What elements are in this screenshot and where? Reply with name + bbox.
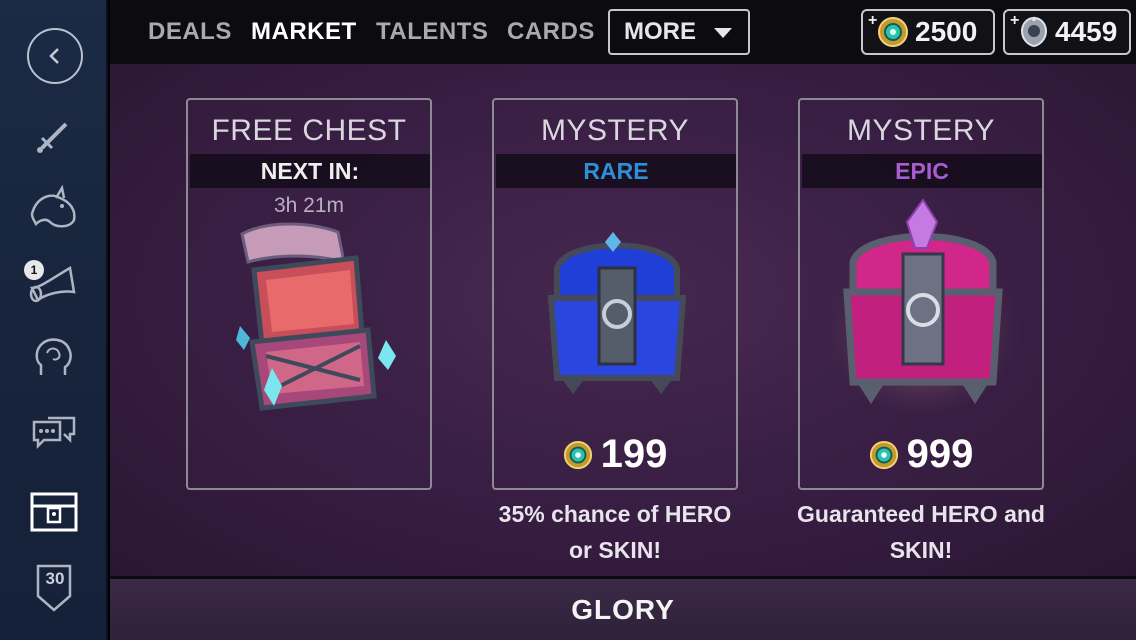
card-title: FREE CHEST [211,114,407,147]
ice-amount: 4459 [1055,16,1118,47]
chevron-down-icon [714,28,732,38]
description-line: or SKIN! [569,537,661,563]
rarity-label: RARE [583,157,649,184]
description-line: 35% chance of HERO [498,501,732,527]
price: 199 [494,432,736,477]
head-icon [35,338,72,375]
tab-market[interactable]: MARKET [251,18,357,46]
card-subtitle: EPIC [802,154,1042,188]
free-chest-card[interactable]: FREE CHEST NEXT IN: 3h 21m [186,98,432,490]
card-subtitle: RARE [496,154,736,188]
sidebar-item-talents[interactable] [0,326,108,390]
plus-icon: + [1010,12,1020,29]
level-number: 30 [45,569,65,588]
sidebar-item-chat[interactable] [0,402,108,466]
mystery-rare-card[interactable]: MYSTERY RARE 199 [492,98,738,490]
card-subtitle: NEXT IN: [190,154,430,188]
market-panel: FREE CHEST NEXT IN: 3h 21m MYSTERY RARE [110,64,1136,576]
gold-coin-icon [563,440,592,469]
ice-currency[interactable]: + 4459 [1003,9,1131,55]
description-line: Guaranteed HERO and [797,501,1045,527]
chest-icon [30,492,78,532]
glory-button[interactable]: GLORY [110,576,1136,640]
sword-icon [37,122,68,153]
plus-icon: + [868,12,878,29]
ice-icon [1020,16,1048,48]
more-label: MORE [624,18,696,45]
description-line: SKIN! [889,537,953,563]
sidebar-item-horn[interactable] [0,252,108,316]
price-value: 199 [600,432,668,476]
card-title: MYSTERY [847,114,995,147]
gold-amount: 2500 [915,16,978,47]
sidebar-item-dragon[interactable] [0,176,108,240]
gold-currency[interactable]: + 2500 [861,9,995,55]
sidebar-item-sword[interactable] [0,104,108,168]
price-value: 999 [906,432,974,476]
tab-deals[interactable]: DEALS [148,18,232,46]
back-icon [49,48,59,64]
mystery-epic-card[interactable]: MYSTERY EPIC 999 [798,98,1044,490]
free-chest-image [236,222,396,411]
glory-label: GLORY [571,593,675,625]
epic-description: Guaranteed HERO and SKIN! [771,496,1071,568]
rarity-label: EPIC [895,157,949,184]
dragon-icon [30,184,76,228]
tab-talents[interactable]: TALENTS [376,18,488,46]
card-title: MYSTERY [541,114,689,147]
gold-coin-icon [878,17,908,47]
rare-description: 35% chance of HERO or SKIN! [465,496,765,568]
price: 999 [800,432,1042,477]
gold-coin-icon [869,440,898,469]
more-dropdown[interactable]: MORE [608,9,750,55]
top-nav: DEALS MARKET TALENTS CARDS MORE + 2500 +… [110,0,1136,64]
back-button[interactable] [27,28,83,84]
chest-timer: 3h 21m [273,194,345,217]
sidebar-item-market[interactable] [0,478,108,542]
next-in-label: NEXT IN: [260,157,360,184]
epic-chest-image [823,198,1023,412]
rare-chest-image [547,232,687,394]
chat-icon [32,416,76,450]
sidebar: 1 30 [0,0,108,640]
tab-cards[interactable]: CARDS [507,18,595,46]
notification-badge: 1 [24,260,44,280]
